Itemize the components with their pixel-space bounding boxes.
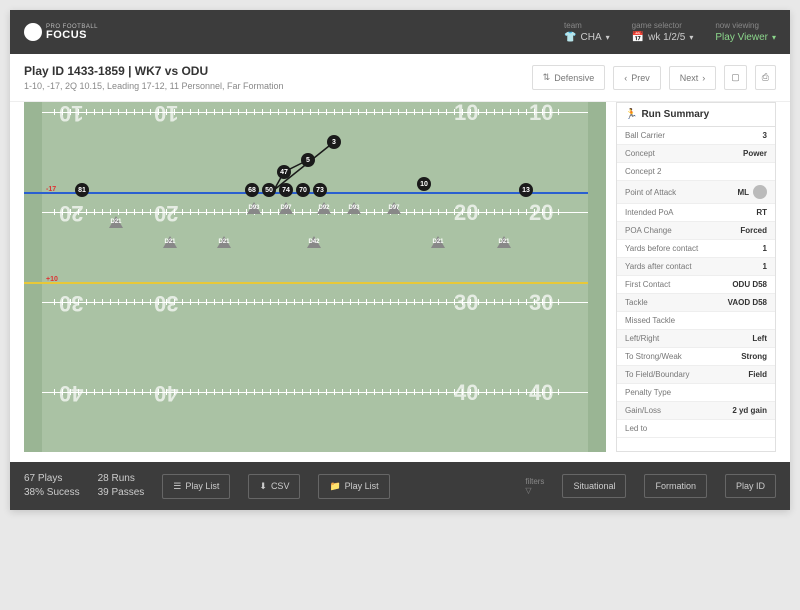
csv-button[interactable]: ⬇CSV — [248, 474, 300, 499]
topbar: PRO FOOTBALL FOCUS team 👕CHA▾ game selec… — [10, 10, 790, 54]
chevron-down-icon: ▾ — [772, 33, 776, 42]
offense-player[interactable]: 3 — [327, 135, 341, 149]
list-icon: ☰ — [173, 481, 181, 492]
play-subtitle: 1-10, -17, 2Q 10.15, Leading 17-12, 11 P… — [24, 81, 284, 91]
summary-row: Gain/Loss2 yd gain — [617, 402, 775, 420]
filters-label: filters▽ — [525, 477, 544, 495]
chevron-down-icon: ▾ — [689, 33, 693, 42]
filter-icon: ▽ — [525, 486, 531, 495]
summary-row: Point of AttackML — [617, 181, 775, 204]
summary-row: POA ChangeForced — [617, 222, 775, 240]
team-selector[interactable]: team 👕CHA▾ — [564, 21, 610, 43]
logo: PRO FOOTBALL FOCUS — [24, 23, 98, 41]
defense-player[interactable]: D92 — [317, 202, 331, 214]
fdl-marker: +10 — [46, 276, 58, 283]
jersey-icon: 👕 — [564, 32, 576, 43]
offense-player[interactable]: 10 — [417, 177, 431, 191]
offense-player[interactable]: 74 — [279, 183, 293, 197]
runs-stat: 28 Runs39 Passes — [98, 472, 145, 500]
video-button[interactable]: ▢ — [724, 65, 747, 90]
playlist-button-2[interactable]: 📁Play List — [318, 474, 389, 499]
print-icon: ⎙ — [762, 72, 769, 83]
calendar-icon: 📅 — [632, 32, 644, 43]
playlist-button[interactable]: ☰Play List — [162, 474, 230, 499]
summary-row: Missed Tackle — [617, 312, 775, 330]
logo-icon — [24, 23, 42, 41]
summary-title: Run Summary — [641, 109, 709, 120]
play-title: Play ID 1433-1859 | WK7 vs ODU — [24, 64, 284, 78]
run-summary-panel: 🏃 Run Summary Ball Carrier3ConceptPowerCo… — [616, 102, 776, 452]
defense-player[interactable]: D21 — [497, 236, 511, 248]
defense-player[interactable]: D93 — [347, 202, 361, 214]
defense-player[interactable]: D93 — [247, 202, 261, 214]
play-header: Play ID 1433-1859 | WK7 vs ODU 1-10, -17… — [10, 54, 790, 102]
summary-row: First ContactODU D58 — [617, 276, 775, 294]
defense-player[interactable]: D21 — [217, 236, 231, 248]
field-diagram: -17 +10 10101010202020203030303040404040… — [24, 102, 606, 452]
los-marker: -17 — [46, 186, 56, 193]
offense-player[interactable]: 70 — [296, 183, 310, 197]
chevron-left-icon: ‹ — [624, 73, 627, 83]
defense-player[interactable]: D97 — [387, 202, 401, 214]
summary-row: Concept 2 — [617, 163, 775, 181]
prev-button[interactable]: ‹Prev — [613, 66, 661, 90]
summary-row: Ball Carrier3 — [617, 127, 775, 145]
summary-row: Penalty Type — [617, 384, 775, 402]
defense-player[interactable]: D21 — [431, 236, 445, 248]
game-selector[interactable]: game selector 📅wk 1/2/5▾ — [632, 21, 694, 43]
next-button[interactable]: Next› — [669, 66, 717, 90]
offense-player[interactable]: 73 — [313, 183, 327, 197]
summary-row: Intended PoART — [617, 204, 775, 222]
defensive-button[interactable]: ⇅Defensive — [532, 65, 606, 90]
print-button[interactable]: ⎙ — [755, 65, 776, 90]
logo-bot: FOCUS — [46, 30, 98, 41]
swap-icon: ⇅ — [543, 72, 551, 83]
summary-row: Yards before contact1 — [617, 240, 775, 258]
offense-player[interactable]: 5 — [301, 153, 315, 167]
chevron-down-icon: ▾ — [606, 33, 610, 42]
view-selector[interactable]: now viewing Play Viewer▾ — [715, 21, 776, 43]
footer: 67 Plays38% Sucess 28 Runs39 Passes ☰Pla… — [10, 462, 790, 510]
chevron-right-icon: › — [702, 73, 705, 83]
plays-stat: 67 Plays38% Sucess — [24, 472, 80, 500]
offense-player[interactable]: 47 — [277, 165, 291, 179]
folder-icon: 📁 — [329, 481, 340, 492]
summary-row: Yards after contact1 — [617, 258, 775, 276]
formation-filter[interactable]: Formation — [644, 474, 707, 498]
situational-filter[interactable]: Situational — [562, 474, 626, 498]
playid-filter[interactable]: Play ID — [725, 474, 776, 498]
defense-player[interactable]: D21 — [163, 236, 177, 248]
offense-player[interactable]: 13 — [519, 183, 533, 197]
offense-player[interactable]: 50 — [262, 183, 276, 197]
summary-row: To Field/BoundaryField — [617, 366, 775, 384]
download-icon: ⬇ — [259, 481, 267, 492]
summary-row: Left/RightLeft — [617, 330, 775, 348]
defense-player[interactable]: D21 — [109, 216, 123, 228]
summary-row: TackleVAOD D58 — [617, 294, 775, 312]
offense-player[interactable]: 81 — [75, 183, 89, 197]
defense-player[interactable]: D97 — [279, 202, 293, 214]
offense-player[interactable]: 68 — [245, 183, 259, 197]
defense-player[interactable]: D42 — [307, 236, 321, 248]
summary-row: ConceptPower — [617, 145, 775, 163]
video-icon: ▢ — [731, 72, 740, 83]
summary-row: Led to — [617, 420, 775, 438]
summary-row: To Strong/WeakStrong — [617, 348, 775, 366]
poa-dot — [753, 185, 767, 199]
run-icon: 🏃 — [625, 109, 637, 120]
